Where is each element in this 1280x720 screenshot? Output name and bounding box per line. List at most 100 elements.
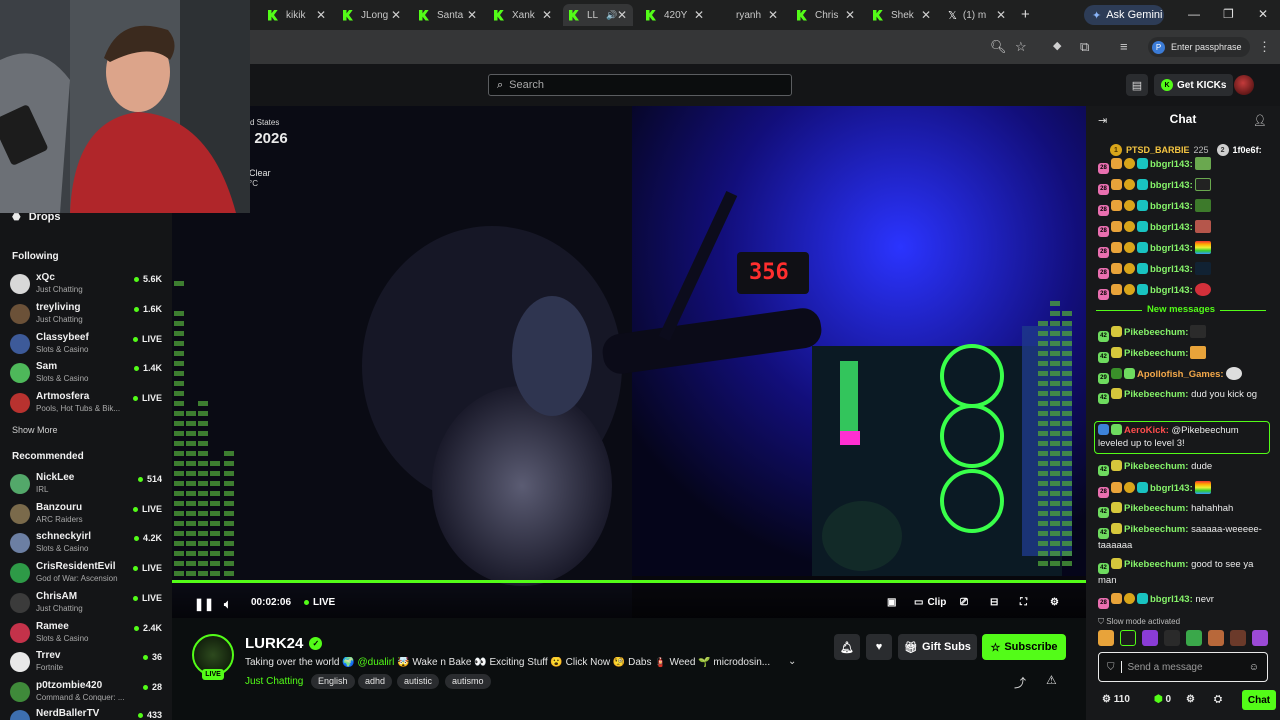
browser-tab[interactable]: Chris ✕ <box>797 4 855 26</box>
chat-rules-icon[interactable]: ⛭ <box>1214 694 1222 705</box>
sidebar-channel[interactable]: Classybeef Slots & Casino LIVE <box>10 330 164 358</box>
mention-link[interactable]: @dualirl <box>358 657 395 668</box>
settings-button[interactable]: ⚙ <box>1050 597 1059 608</box>
browser-tab[interactable]: Shek ✕ <box>873 4 931 26</box>
media-queue-icon[interactable]: ≡ <box>1120 39 1128 54</box>
sidebar-channel[interactable]: CrisResidentEvil God of War: Ascension LIV… <box>10 559 164 587</box>
browser-tab-active[interactable]: LL 🔊 ✕ <box>563 4 633 26</box>
extension-diamond-icon[interactable]: ◆ <box>1053 39 1061 52</box>
minimize-icon[interactable]: — <box>1188 7 1200 21</box>
subscribe-button[interactable]: ☆ Subscribe <box>982 634 1066 660</box>
get-kicks-button[interactable]: K Get KICKs <box>1154 74 1234 96</box>
channel-points[interactable]: ⬢ 0 <box>1154 694 1171 705</box>
tag-chip[interactable]: English <box>311 674 355 689</box>
sidebar-channel[interactable]: ChrisAM Just Chatting LIVE <box>10 589 164 617</box>
mini-player-button[interactable]: ⊟ <box>990 597 998 608</box>
browser-tab[interactable]: kikik ✕ <box>268 4 326 26</box>
bookmark-star-icon[interactable]: ☆ <box>1015 39 1027 55</box>
browser-tab[interactable]: JLong ✕ <box>343 4 401 26</box>
browser-tab[interactable]: 𝕏 (1) m ✕ <box>948 4 1006 26</box>
chat-message: 42 Pikebeechum: good to see ya man <box>1098 558 1254 586</box>
close-tab-icon[interactable]: ✕ <box>316 8 326 22</box>
close-tab-icon[interactable]: ✕ <box>694 8 704 22</box>
sidebar-channel[interactable]: Sam Slots & Casino 1.4K <box>10 359 164 387</box>
notification-button[interactable]: 🔔︎ <box>834 634 860 660</box>
sidebar-channel[interactable]: xQc Just Chatting 5.6K <box>10 270 164 298</box>
close-tab-icon[interactable]: ✕ <box>391 8 401 22</box>
browser-tab[interactable]: 420Y ✕ <box>646 4 704 26</box>
follow-button[interactable]: ♥ <box>866 634 892 660</box>
layout-toggle-button[interactable]: ▤ <box>1126 74 1148 96</box>
captions-button[interactable]: ⎚ <box>960 597 968 608</box>
show-more-link[interactable]: Show More <box>12 425 58 435</box>
sidebar-channel[interactable]: Artmosfera Pools, Hot Tubs & Bik... LIVE <box>10 389 164 417</box>
video-player[interactable]: 356 d States , 2026 Clear °C <box>172 106 1086 618</box>
sidebar-channel[interactable]: treyliving Just Chatting 1.6K <box>10 300 164 328</box>
browser-tab[interactable]: Xank ✕ <box>494 4 552 26</box>
chat-settings-icon[interactable]: ⚙ <box>1186 694 1195 705</box>
sidebar-channel[interactable]: NickLee IRL 514 <box>10 470 164 498</box>
fullscreen-button[interactable]: ⛶ <box>1020 597 1027 608</box>
browser-tab[interactable]: Santa ✕ <box>419 4 477 26</box>
emoji-picker-icon[interactable]: ☺ <box>1249 662 1259 673</box>
emote-button[interactable] <box>1164 630 1181 646</box>
report-warning-icon[interactable]: ⚠ <box>1046 673 1057 687</box>
sidebar-channel[interactable]: Trrev Fortnite 36 <box>10 648 164 676</box>
gift-subs-button[interactable]: 🎁︎ Gift Subs <box>898 634 977 660</box>
emote-button[interactable] <box>1119 630 1137 646</box>
clip-button[interactable]: ▭ Clip <box>914 597 946 608</box>
close-tab-icon[interactable]: ✕ <box>845 8 855 22</box>
kicks-balance[interactable]: ⚙ 110 <box>1102 694 1130 705</box>
close-window-icon[interactable]: ✕ <box>1258 7 1268 21</box>
sidebar-channel[interactable]: schneckyirl Slots & Casino 4.2K <box>10 529 164 557</box>
pause-button[interactable]: ❚❚ <box>194 597 214 611</box>
close-tab-icon[interactable]: ✕ <box>542 8 552 22</box>
emote-button[interactable] <box>1098 630 1114 646</box>
video-progress-bar[interactable] <box>172 580 1086 583</box>
close-tab-icon[interactable]: ✕ <box>921 8 931 22</box>
close-tab-icon[interactable]: ✕ <box>467 8 477 22</box>
streamer-name[interactable]: LURK24 ✓ <box>245 635 323 652</box>
share-icon[interactable]: ⤴ <box>1014 674 1026 691</box>
chat-input[interactable]: ⛉ Send a message ☺ <box>1098 652 1268 682</box>
leaderboard-entry[interactable]: 2 1f0e6f: <box>1216 144 1262 156</box>
extensions-puzzle-icon[interactable]: ⧉ <box>1080 39 1089 55</box>
sidebar-channel[interactable]: p0tzombie420 Command & Conquer: ... 28 <box>10 678 164 706</box>
browser-menu-icon[interactable]: ⋮ <box>1258 39 1271 55</box>
emote-button[interactable] <box>1230 630 1247 646</box>
gemini-icon: ✦ <box>1092 9 1102 22</box>
leaderboard-entry[interactable]: 1 PTSD_BARBIE 225 <box>1092 144 1209 156</box>
emote-button[interactable] <box>1186 630 1203 646</box>
browser-tab[interactable]: ryanh ✕ <box>720 4 778 26</box>
live-indicator: LIVE <box>304 597 335 608</box>
sidebar-channel[interactable]: NerdBallerTV 433 <box>10 706 164 720</box>
send-chat-button[interactable]: Chat <box>1242 690 1276 710</box>
emote-button[interactable] <box>1252 630 1268 646</box>
emote-button[interactable] <box>1208 630 1225 646</box>
sidebar-channel[interactable]: Ramee Slots & Casino 2.4K <box>10 619 164 647</box>
close-tab-icon[interactable]: ✕ <box>617 8 627 22</box>
maximize-icon[interactable]: ❐ <box>1223 7 1234 21</box>
chevron-down-icon[interactable]: ⌄ <box>788 656 796 667</box>
speaker-icon[interactable]: 🔊 <box>606 10 617 21</box>
user-avatar[interactable] <box>1234 75 1254 95</box>
emote-button[interactable] <box>1142 630 1159 646</box>
tag-chip[interactable]: autistic <box>397 674 440 689</box>
tag-chip[interactable]: autismo <box>445 674 491 689</box>
theater-mode-button[interactable]: ▣ <box>887 597 896 608</box>
volume-button[interactable]: 🔈︎ <box>224 597 231 612</box>
live-indicator: LIVE <box>132 393 162 403</box>
points-icon: ⬢ <box>1154 694 1166 705</box>
ask-gemini-button[interactable]: ✦ Ask Gemini <box>1084 5 1164 25</box>
category-link[interactable]: Just Chatting <box>245 676 303 687</box>
user-settings-icon[interactable]: 👤︎ <box>1253 114 1267 127</box>
search-input[interactable]: ⌕ Search <box>488 74 792 96</box>
chat-message: 28 bbgrl143: <box>1098 199 1266 216</box>
tag-chip[interactable]: adhd <box>358 674 393 689</box>
zoom-icon[interactable]: 🔍︎ <box>990 39 1007 55</box>
sidebar-channel[interactable]: Banzouru ARC Raiders LIVE <box>10 500 164 528</box>
close-tab-icon[interactable]: ✕ <box>768 8 778 22</box>
password-manager-button[interactable]: P Enter passphrase <box>1148 37 1250 57</box>
new-tab-button[interactable]: + <box>1021 6 1030 23</box>
close-tab-icon[interactable]: ✕ <box>996 8 1006 22</box>
